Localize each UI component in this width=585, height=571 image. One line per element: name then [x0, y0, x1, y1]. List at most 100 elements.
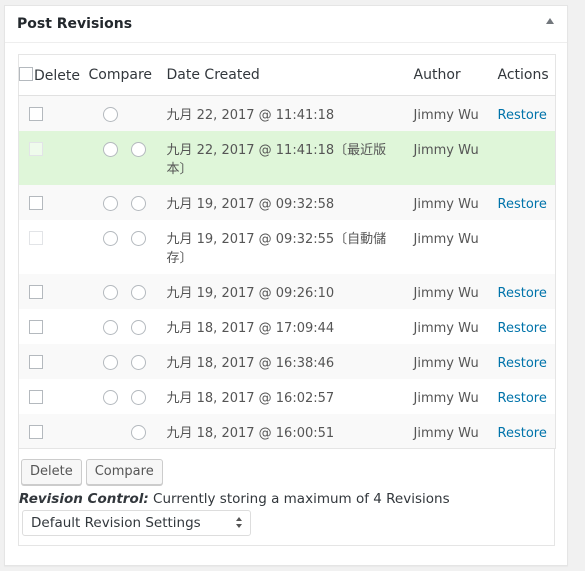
revision-control-note: Revision Control: Currently storing a ma… [19, 491, 554, 507]
date-cell: 九月 18, 2017 @ 16:02:57 [167, 379, 414, 414]
compare-to-radio[interactable] [130, 319, 146, 335]
actions-cell: Restore [498, 96, 556, 131]
restore-link[interactable]: Restore [498, 286, 547, 301]
revision-date: 九月 19, 2017 @ 09:32:58 [166, 196, 335, 212]
postbox-title: Post Revisions [17, 16, 133, 32]
restore-link[interactable]: Restore [498, 391, 547, 406]
revision-control-label: Revision Control: [19, 491, 149, 507]
restore-link[interactable]: Restore [498, 356, 547, 371]
delete-checkbox[interactable] [29, 107, 43, 121]
compare-to-radio[interactable] [130, 389, 146, 405]
author-cell: Jimmy Wu [414, 379, 498, 414]
delete-checkbox[interactable] [29, 354, 43, 369]
revision-row: 九月 18, 2017 @ 16:00:51 Jimmy Wu Restore [18, 413, 556, 449]
compare-to-radio[interactable] [130, 284, 146, 300]
compare-to-radio[interactable] [130, 354, 146, 370]
date-cell: 九月 19, 2017 @ 09:32:55〔自動儲存〕 [167, 220, 414, 274]
revision-control-text: Currently storing a maximum of 4 Revisio… [148, 491, 450, 507]
delete-checkbox[interactable] [29, 424, 43, 439]
compare-to-radio[interactable] [130, 424, 146, 440]
revision-author: Jimmy Wu [413, 231, 479, 247]
revision-row: 九月 19, 2017 @ 09:32:58 Jimmy Wu Restore [18, 184, 556, 220]
actions-cell: Restore [498, 274, 556, 309]
compare-from-radio[interactable] [102, 354, 118, 370]
select-all-checkbox[interactable] [19, 66, 33, 81]
compare-button[interactable]: Compare [85, 459, 163, 485]
revision-row: 九月 22, 2017 @ 11:41:18〔最近版本〕 Jimmy Wu [18, 130, 556, 185]
revision-date: 九月 22, 2017 @ 11:41:18 [166, 108, 335, 123]
restore-link[interactable]: Restore [498, 108, 547, 123]
compare-from-radio[interactable] [102, 319, 118, 335]
delete-cell [19, 414, 89, 449]
compare-to-radio[interactable] [130, 230, 146, 246]
revisions-table: Delete Compare Date Created Author Actio… [18, 54, 556, 449]
compare-cell [89, 379, 167, 414]
delete-button[interactable]: Delete [21, 459, 82, 485]
author-cell: Jimmy Wu [414, 185, 498, 220]
compare-from-radio[interactable] [102, 107, 118, 122]
compare-cell [89, 220, 167, 274]
date-cell: 九月 19, 2017 @ 09:26:10 [167, 274, 414, 309]
compare-from-radio[interactable] [102, 141, 118, 157]
compare-to-radio[interactable] [130, 195, 146, 211]
author-cell: Jimmy Wu [414, 414, 498, 449]
revision-controls: Delete Compare Revision Control: Currentl… [18, 449, 555, 546]
date-cell: 九月 18, 2017 @ 17:09:44 [167, 309, 414, 344]
compare-cell [89, 96, 167, 131]
date-cell: 九月 22, 2017 @ 11:41:18 [167, 96, 414, 131]
compare-from-radio[interactable] [102, 195, 118, 211]
revision-row: 九月 19, 2017 @ 09:26:10 Jimmy Wu Restore [18, 273, 556, 309]
compare-cell [89, 131, 167, 185]
delete-cell [19, 309, 89, 344]
restore-link[interactable]: Restore [498, 197, 547, 212]
revision-row: 九月 18, 2017 @ 16:38:46 Jimmy Wu Restore [18, 343, 556, 379]
restore-link[interactable]: Restore [498, 321, 547, 336]
revision-date: 九月 18, 2017 @ 16:00:51 [166, 425, 335, 441]
header-actions: Actions [497, 54, 556, 96]
revision-date: 九月 19, 2017 @ 09:26:10 [166, 285, 335, 301]
delete-checkbox[interactable] [29, 389, 43, 404]
revision-author: Jimmy Wu [413, 196, 479, 212]
compare-from-radio[interactable] [102, 389, 118, 405]
compare-cell [89, 309, 167, 344]
date-cell: 九月 22, 2017 @ 11:41:18〔最近版本〕 [167, 131, 414, 185]
revision-settings-value: Default Revision Settings [31, 515, 201, 531]
date-cell: 九月 19, 2017 @ 09:32:58 [167, 185, 414, 220]
actions-bar: Delete Compare [19, 449, 554, 485]
date-cell: 九月 18, 2017 @ 16:00:51 [167, 414, 414, 449]
revision-date: 九月 18, 2017 @ 17:09:44 [166, 320, 335, 336]
compare-from-radio[interactable] [102, 230, 118, 246]
delete-checkbox[interactable] [29, 195, 43, 210]
delete-checkbox[interactable] [29, 319, 43, 334]
delete-cell [19, 96, 89, 131]
delete-cell [19, 220, 89, 274]
header-delete: Delete [18, 54, 89, 96]
compare-cell [89, 274, 167, 309]
actions-cell [498, 131, 556, 185]
actions-cell [498, 220, 556, 274]
delete-cell [19, 379, 89, 414]
delete-checkbox[interactable] [29, 284, 43, 299]
date-cell: 九月 18, 2017 @ 16:38:46 [167, 344, 414, 379]
revision-author: Jimmy Wu [413, 355, 479, 371]
revision-author: Jimmy Wu [413, 425, 479, 441]
restore-link[interactable]: Restore [498, 426, 547, 441]
actions-cell: Restore [498, 414, 556, 449]
compare-to-radio[interactable] [130, 141, 146, 157]
author-cell: Jimmy Wu [414, 131, 498, 185]
delete-checkbox [29, 141, 43, 156]
revision-settings-select[interactable]: Default Revision Settings [22, 510, 251, 536]
compare-cell [89, 414, 167, 449]
revision-author: Jimmy Wu [413, 108, 479, 123]
triangle-up-icon[interactable] [546, 18, 554, 24]
select-arrows-icon [236, 517, 243, 528]
revision-date: 九月 22, 2017 @ 11:41:18〔最近版本〕 [166, 142, 387, 177]
actions-cell: Restore [498, 185, 556, 220]
postbox-inside: Delete Compare Date Created Author Actio… [18, 54, 556, 546]
compare-from-radio[interactable] [102, 284, 118, 300]
revision-author: Jimmy Wu [413, 320, 479, 336]
author-cell: Jimmy Wu [414, 96, 498, 131]
header-author: Author [413, 54, 498, 96]
actions-cell: Restore [498, 344, 556, 379]
header-date: Date Created [166, 54, 414, 96]
